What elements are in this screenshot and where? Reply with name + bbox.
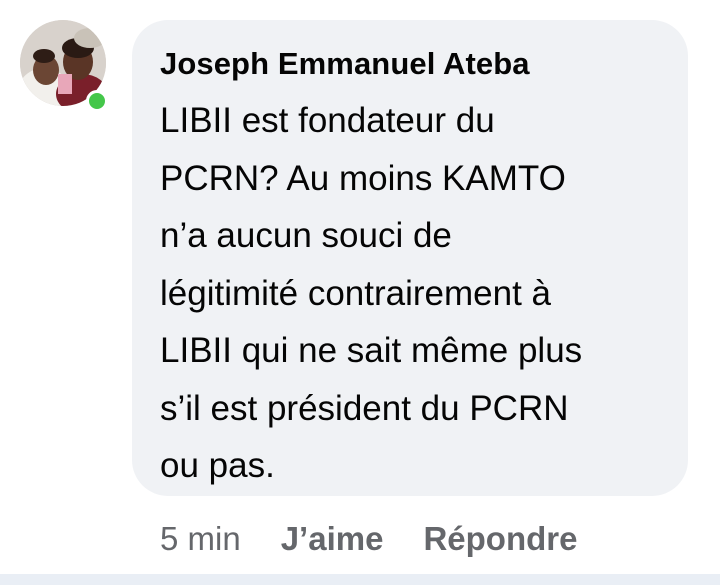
online-status-dot (86, 90, 108, 112)
comment-line: s’il est président du PCRN (160, 388, 569, 428)
comment-bubble: Joseph Emmanuel Ateba LIBII est fondateu… (132, 20, 688, 496)
bottom-divider (0, 574, 720, 585)
reply-button[interactable]: Répondre (423, 520, 577, 558)
comment-actions: 5 min J’aime Répondre (160, 514, 577, 564)
comment-line: n’a aucun souci de (160, 216, 452, 255)
author-name[interactable]: Joseph Emmanuel Ateba (160, 46, 530, 82)
comment-line: PCRN? Au moins KAMTO (160, 158, 566, 198)
comment-line: ou pas. (160, 446, 275, 485)
comment: Joseph Emmanuel Ateba LIBII est fondateu… (0, 0, 720, 585)
comment-line: légitimité contrairement à (160, 273, 551, 313)
timestamp[interactable]: 5 min (160, 520, 241, 558)
like-button[interactable]: J’aime (281, 520, 384, 558)
comment-text: LIBII est fondateur du PCRN? Au moins KA… (160, 92, 668, 495)
comment-line: LIBII est fondateur du (160, 101, 495, 140)
comment-line: LIBII qui ne sait même plus (160, 331, 583, 370)
